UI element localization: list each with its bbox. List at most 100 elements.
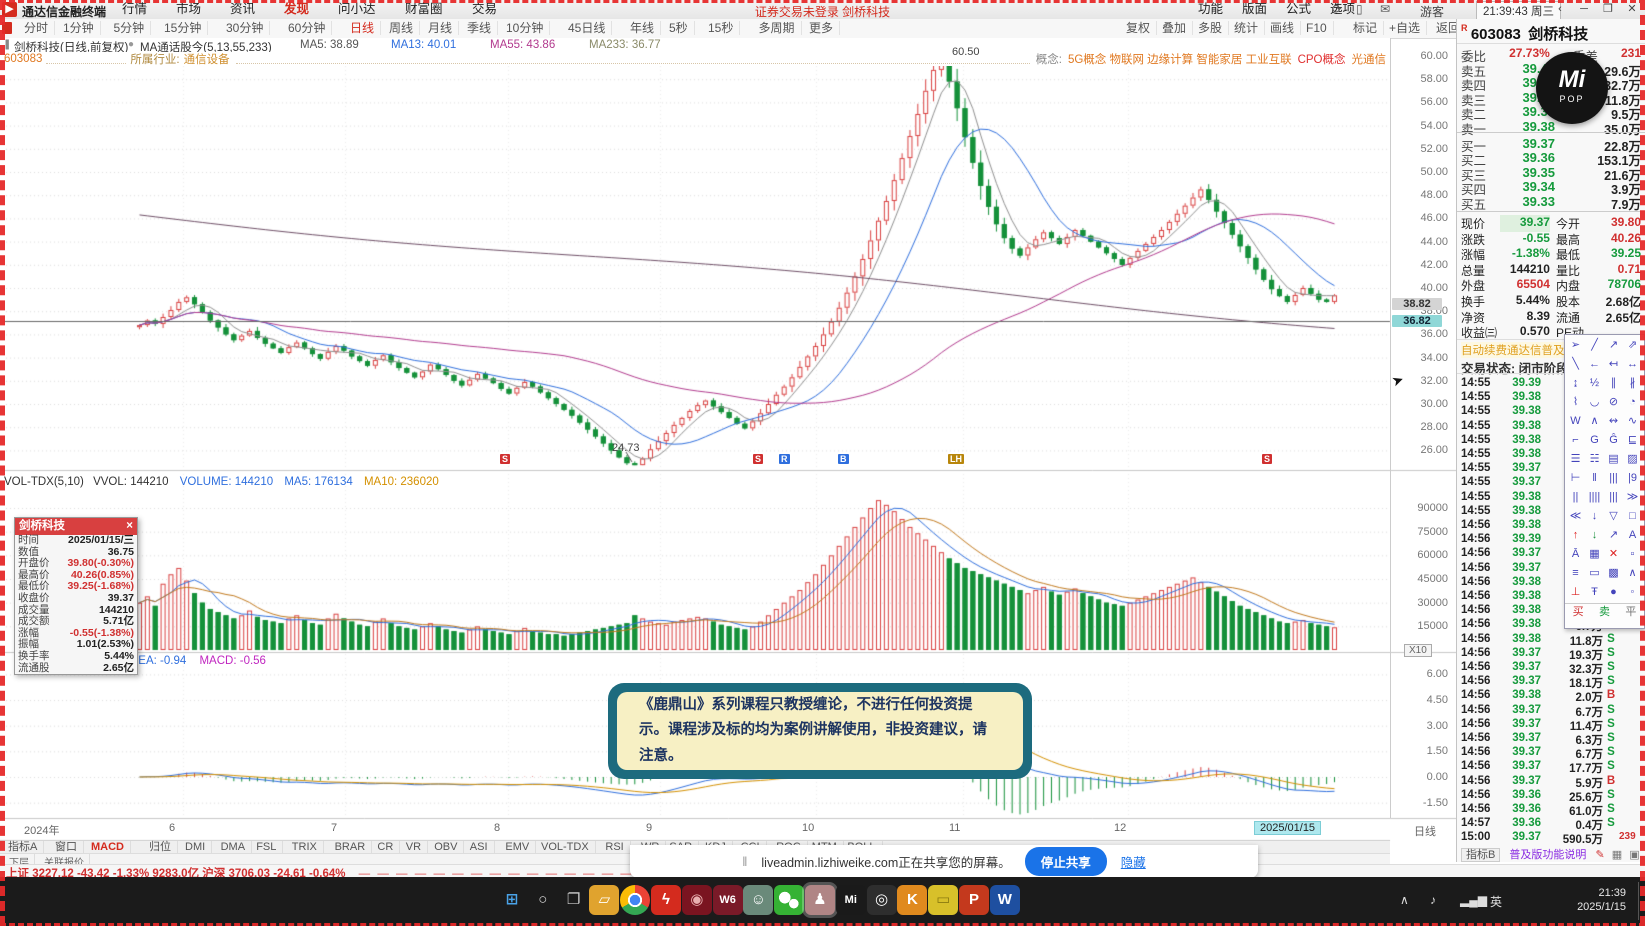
menu-财富圈[interactable]: 财富圈	[395, 2, 453, 17]
draw-tool-icon[interactable]: ▫	[1623, 545, 1642, 564]
menu-问小达[interactable]: 问小达	[328, 2, 386, 17]
ask-level[interactable]: 卖一 39.38 35.0万	[1461, 119, 1641, 138]
powerpoint-icon[interactable]: P	[959, 885, 989, 915]
draw-tool-icon[interactable]: □	[1623, 507, 1642, 526]
tool-统计[interactable]: 统计	[1228, 21, 1266, 35]
tray-icon[interactable]: ▂▄▆	[1460, 893, 1487, 907]
tab-CR[interactable]: CR	[371, 841, 401, 853]
period-更多[interactable]: 更多	[803, 21, 841, 35]
draw-tool-icon[interactable]: ╱	[1585, 336, 1604, 355]
tab-ASI[interactable]: ASI	[464, 841, 495, 853]
wind-icon[interactable]: W6	[712, 885, 743, 915]
draw-tool-icon[interactable]: ↗	[1604, 526, 1623, 545]
draw-tool-icon[interactable]: ∿	[1623, 412, 1642, 431]
draw-tool-icon[interactable]: A	[1623, 526, 1642, 545]
draw-tool-icon[interactable]: ◔	[1623, 393, 1642, 412]
tool-画线[interactable]: 画线	[1264, 21, 1302, 35]
stop-share-button[interactable]: 停止共享	[1024, 847, 1107, 876]
period-季线[interactable]: 季线	[461, 21, 499, 35]
menu-资讯[interactable]: 资讯	[220, 2, 265, 17]
draw-tool-icon[interactable]: ↔	[1623, 355, 1642, 374]
draw-tool-icon[interactable]: ⊑	[1623, 431, 1642, 450]
tab-VR[interactable]: VR	[400, 841, 429, 853]
tool-标记[interactable]: 标记	[1347, 21, 1385, 35]
draw-tool-icon[interactable]: G	[1585, 431, 1604, 450]
menu-交易[interactable]: 交易	[462, 2, 507, 17]
draw-tool-icon[interactable]: ➢	[1566, 336, 1585, 355]
menu-发现[interactable]: 发现	[274, 2, 319, 17]
pause-icon[interactable]: ‖	[742, 855, 747, 869]
draw-tool-icon[interactable]: ◡	[1585, 393, 1604, 412]
draw-tool-icon[interactable]: ⌐	[1566, 431, 1585, 450]
pen-icon[interactable]: ✎	[1595, 849, 1604, 861]
camera-icon[interactable]: ◎	[866, 885, 897, 915]
tray-clock[interactable]: 21:39 2025/1/15	[1556, 886, 1626, 914]
tool-复权[interactable]: 复权	[1120, 21, 1158, 35]
palette-footer-平[interactable]: 平	[1625, 604, 1636, 620]
menu-公式[interactable]: 公式	[1276, 2, 1321, 17]
tab-indicator-b[interactable]: 指标B	[1461, 848, 1501, 862]
period-15分钟[interactable]: 15分钟	[158, 21, 209, 35]
period-15秒[interactable]: 15秒	[702, 21, 741, 35]
draw-tool-icon[interactable]: ∧	[1623, 564, 1642, 583]
draw-tool-icon[interactable]: ↗	[1604, 336, 1623, 355]
period-60分钟[interactable]: 60分钟	[282, 21, 333, 35]
period-年线[interactable]: 年线	[624, 21, 662, 35]
event-marker[interactable]: S	[500, 454, 511, 464]
tray-icon[interactable]: 英	[1490, 893, 1502, 910]
qq-icon[interactable]: ♟	[805, 885, 835, 915]
tab-归位[interactable]: 归位	[143, 841, 178, 853]
draw-tool-icon[interactable]: ∥	[1604, 374, 1623, 393]
menu-市场[interactable]: 市场	[166, 2, 211, 17]
draw-tool-icon[interactable]: ||	[1566, 488, 1585, 507]
draw-tool-icon[interactable]: ▽	[1604, 507, 1623, 526]
bar-info-header[interactable]: 剑桥科技 ×	[15, 518, 137, 535]
chrome-icon[interactable]	[620, 885, 651, 915]
period-1分钟[interactable]: 1分钟	[57, 21, 101, 35]
draw-tool-icon[interactable]: ∧	[1585, 412, 1604, 431]
draw-tool-icon[interactable]: ||||	[1585, 488, 1604, 507]
mail-icon[interactable]: ✉	[1380, 2, 1390, 16]
draw-tool-icon[interactable]: ∦	[1623, 374, 1642, 393]
draw-tool-icon[interactable]: ⊥	[1566, 583, 1585, 602]
mi-icon[interactable]: Mi	[835, 885, 866, 915]
draw-tool-icon[interactable]: ╲	[1566, 355, 1585, 374]
tray-icon[interactable]: ♪	[1430, 893, 1436, 907]
bid-level[interactable]: 买五 39.33 7.9万	[1461, 194, 1641, 213]
draw-tool-icon[interactable]: ▭	[1585, 564, 1604, 583]
draw-tool-icon[interactable]: ◦	[1623, 583, 1642, 602]
function-help-link[interactable]: 普及版功能说明	[1509, 849, 1586, 861]
draw-tool-icon[interactable]: |9	[1623, 469, 1642, 488]
draw-tool-icon[interactable]: ⊢	[1566, 469, 1585, 488]
show-desktop-button[interactable]	[1638, 882, 1643, 920]
tab-VOL-TDX[interactable]: VOL-TDX	[535, 841, 596, 853]
period-周线[interactable]: 周线	[383, 21, 421, 35]
app-red-circle-icon[interactable]: ◉	[681, 885, 712, 915]
event-marker[interactable]: S	[753, 454, 764, 464]
draw-tool-icon[interactable]: ↭	[1604, 412, 1623, 431]
tool-多股[interactable]: 多股	[1192, 21, 1230, 35]
period-30分钟[interactable]: 30分钟	[220, 21, 271, 35]
draw-tool-icon[interactable]: W	[1566, 412, 1585, 431]
vol-name[interactable]: VOL-TDX(5,10)	[4, 476, 84, 488]
close-button[interactable]: ✕	[1620, 1, 1644, 17]
tdx-icon[interactable]: ϟ	[651, 885, 681, 915]
grid-icon[interactable]: ▦	[1612, 849, 1622, 861]
tab-EMV[interactable]: EMV	[499, 841, 537, 853]
wechat-icon[interactable]	[774, 885, 805, 915]
period-多周期[interactable]: 多周期	[753, 21, 802, 35]
tab-FSL[interactable]: FSL	[250, 841, 284, 853]
task-view-icon[interactable]: ❐	[559, 885, 589, 915]
draw-tool-icon[interactable]: |||	[1604, 469, 1623, 488]
search-icon[interactable]: ○	[528, 885, 558, 915]
concept-hot[interactable]: CPO概念	[1298, 51, 1346, 67]
draw-tool-icon[interactable]: Ā	[1566, 545, 1585, 564]
close-icon[interactable]: ×	[126, 518, 133, 535]
draw-tool-icon[interactable]: ⊘	[1604, 393, 1623, 412]
draw-tool-icon[interactable]: ↓	[1585, 526, 1604, 545]
tab-指标A[interactable]: 指标A	[2, 841, 45, 853]
event-marker[interactable]: S	[1262, 454, 1273, 464]
draw-tool-icon[interactable]: ≪	[1566, 507, 1585, 526]
xiaoe-icon[interactable]: ☺	[743, 885, 774, 915]
collapse-button[interactable]: ‹	[1548, 1, 1572, 17]
